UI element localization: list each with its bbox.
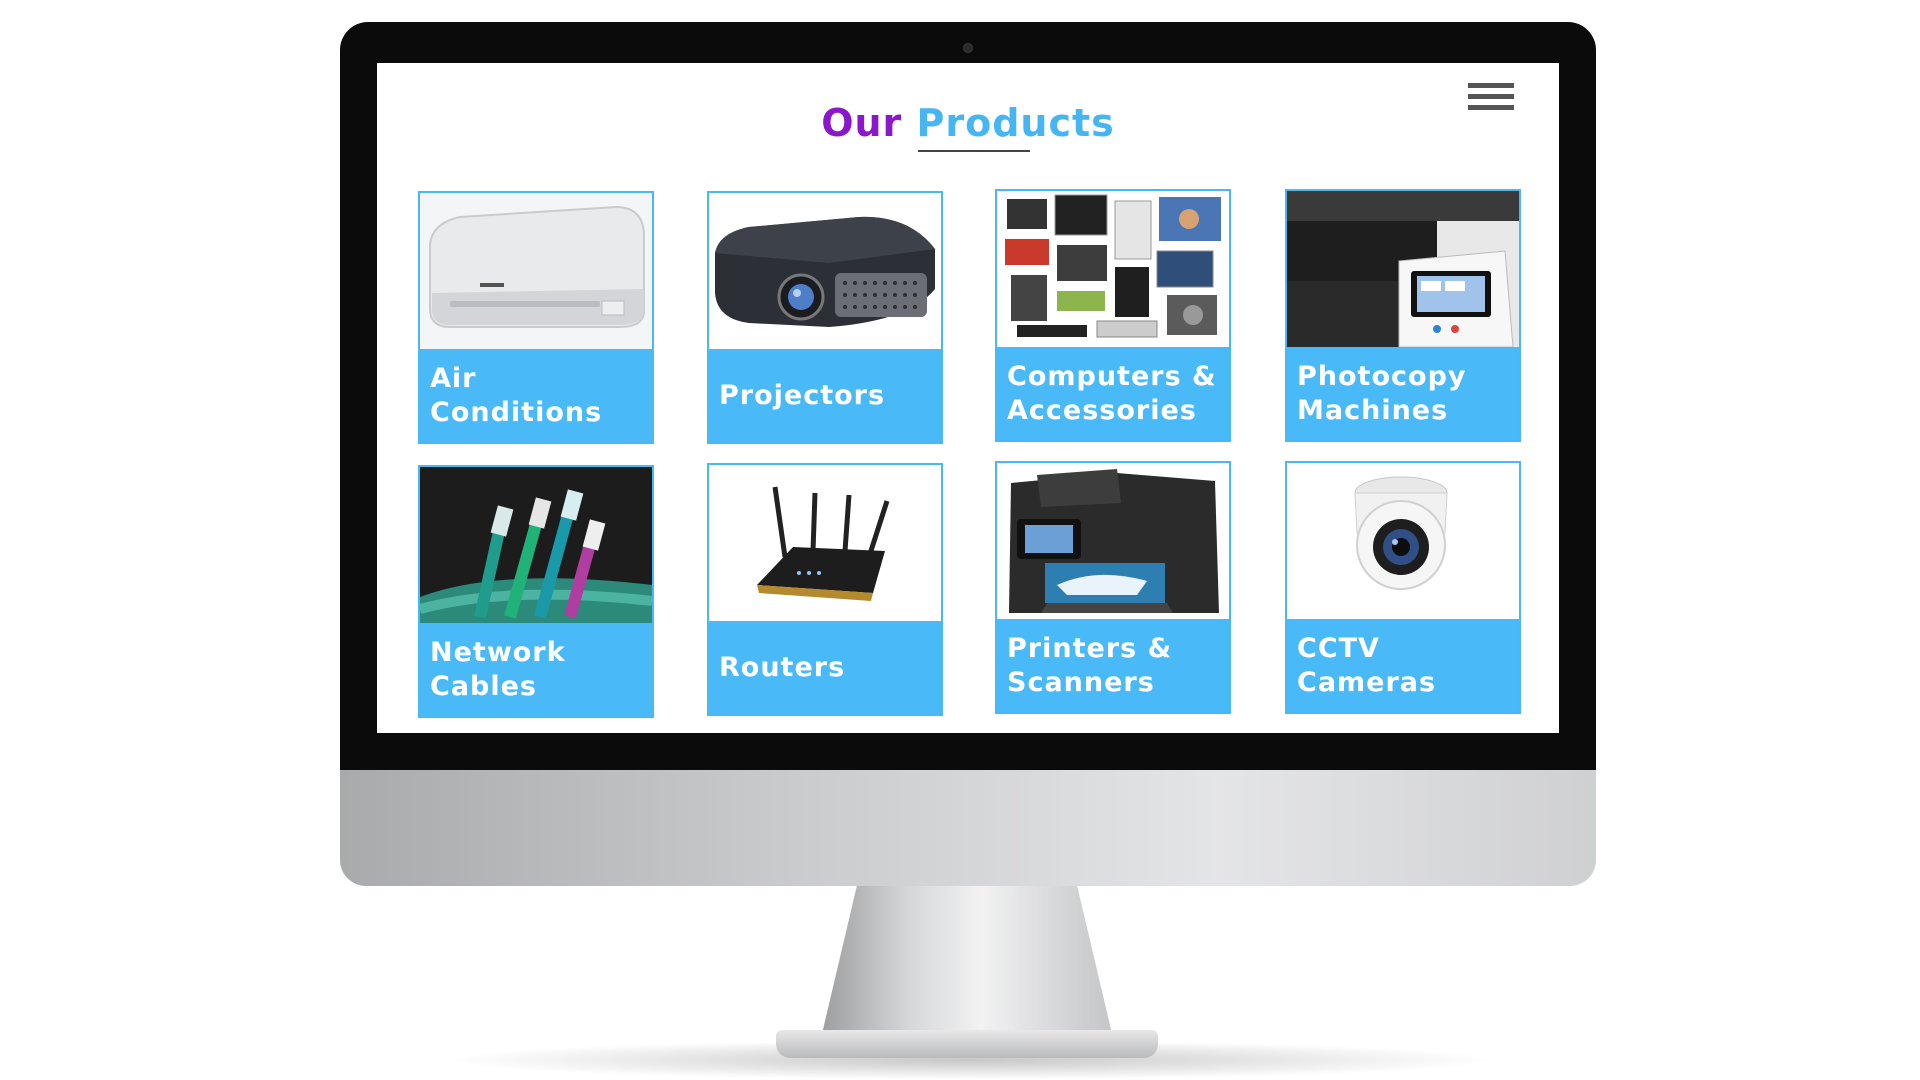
- hamburger-menu-icon[interactable]: [1468, 83, 1514, 119]
- photocopy-machine-image: [1287, 191, 1519, 347]
- product-card-computers-accessories[interactable]: Computers & Accessories: [995, 189, 1231, 442]
- monitor-chin: [340, 770, 1596, 886]
- product-label: Computers & Accessories: [997, 347, 1229, 440]
- product-card-cctv-cameras[interactable]: CCTV Cameras: [1285, 461, 1521, 714]
- monitor-stand-foot: [776, 1030, 1158, 1058]
- projector-image: [709, 193, 941, 349]
- monitor-stand: [822, 886, 1112, 1034]
- network-cables-image: [420, 467, 652, 623]
- product-label: Printers & Scanners: [997, 619, 1229, 712]
- webcam-icon: [963, 43, 973, 53]
- product-label: CCTV Cameras: [1287, 619, 1519, 712]
- product-card-printers-scanners[interactable]: Printers & Scanners: [995, 461, 1231, 714]
- product-card-air-conditions[interactable]: Air Conditions: [418, 191, 654, 444]
- cctv-camera-image: [1287, 463, 1519, 619]
- product-card-routers[interactable]: Routers: [707, 463, 943, 716]
- title-word-our: Our: [821, 101, 903, 145]
- title-underline: [918, 150, 1030, 152]
- computers-accessories-image: [997, 191, 1229, 347]
- title-word-products: Products: [916, 101, 1115, 145]
- air-conditioner-image: [420, 193, 652, 349]
- router-image: [709, 465, 941, 621]
- website-screen: Our Products Air Conditions Projectors C…: [377, 63, 1559, 733]
- product-label: Routers: [709, 621, 941, 714]
- product-label: Projectors: [709, 349, 941, 442]
- product-card-projectors[interactable]: Projectors: [707, 191, 943, 444]
- printer-scanner-image: [997, 463, 1229, 619]
- product-label: Photocopy Machines: [1287, 347, 1519, 440]
- product-label: Network Cables: [420, 623, 652, 716]
- page-title: Our Products: [377, 101, 1559, 145]
- product-card-photocopy-machines[interactable]: Photocopy Machines: [1285, 189, 1521, 442]
- product-card-network-cables[interactable]: Network Cables: [418, 465, 654, 718]
- product-label: Air Conditions: [420, 349, 652, 442]
